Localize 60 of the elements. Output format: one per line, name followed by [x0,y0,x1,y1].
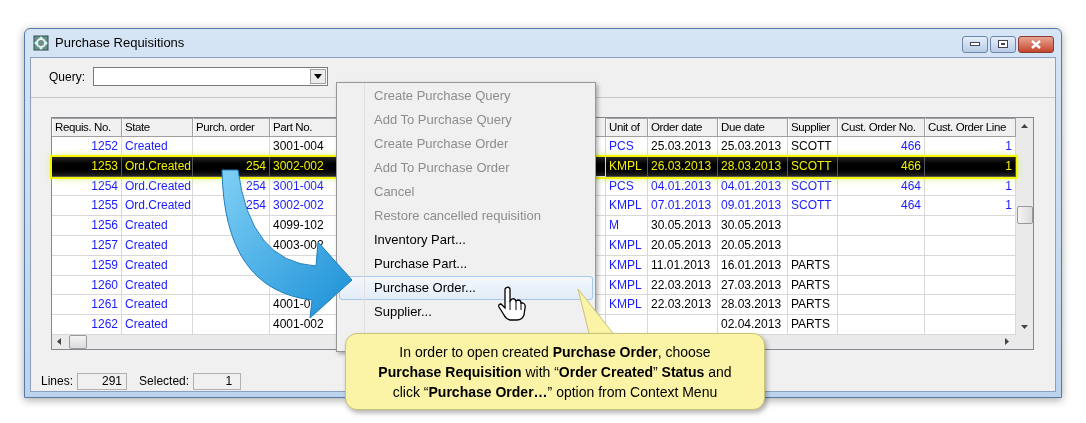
requisition-number-cell: 1255 [52,196,122,217]
selected-count-field: 1 [193,372,242,390]
requisition-number-cell: 1260 [52,275,122,296]
supplier-cell: SCOTT [788,156,838,177]
unit-cell: M [606,216,648,236]
order-date-cell: 07.01.2013 [648,196,718,217]
requisition-number-cell: 1259 [52,255,122,276]
due-date-cell: 28.03.2013 [718,295,788,316]
order-date-cell: 20.05.2013 [648,236,718,256]
state-cell: Created [122,315,193,335]
unit-cell: KMPL [606,196,648,217]
customer-order-cell: 466 [838,156,925,177]
order-date-cell: 26.03.2013 [648,156,718,177]
state-cell: Created [122,236,193,256]
state-cell: Ord.Created [122,196,193,217]
requisition-number-cell: 1262 [52,315,122,335]
order-date-cell: 30.05.2013 [648,216,718,236]
due-date-cell: 30.05.2013 [718,216,788,236]
requisition-number-cell: 1256 [52,216,122,236]
customer-order-cell: 464 [838,176,925,197]
customer-order-cell: 464 [838,196,925,217]
supplier-cell: PARTS [788,315,838,335]
unit-cell: KMPL [606,255,648,276]
state-cell: Ord.Created [122,176,193,197]
instruction-text: In order to open created Purchase Order, choose Purchase Requisition with “Order Created” Status and click “Purchase Order…” option from Context Menu [378,342,732,402]
state-cell: Created [122,295,193,316]
window-title: Purchase Requisitions [55,34,185,53]
order-date-cell: 22.03.2013 [648,275,718,296]
supplier-cell: PARTS [788,255,838,276]
requisition-number-cell: 1257 [52,236,122,256]
due-date-cell: 16.01.2013 [718,255,788,276]
customer-order-line-cell: 1 [925,156,1016,177]
unit-cell: PCS [606,176,648,197]
requisition-number-cell: 1261 [52,295,122,316]
due-date-cell: 27.03.2013 [718,275,788,296]
unit-cell: KMPL [606,295,648,316]
supplier-cell: SCOTT [788,196,838,217]
unit-cell: KMPL [606,236,648,256]
lines-count-field: 291 [77,372,128,390]
requisition-number-cell: 1253 [52,156,122,177]
state-cell: Created [122,216,193,236]
unit-cell: KMPL [606,275,648,296]
order-date-cell: 11.01.2013 [648,255,718,276]
state-cell: Created [122,255,193,276]
order-date-cell: 04.01.2013 [648,176,718,197]
order-date-cell: 22.03.2013 [648,295,718,316]
due-date-cell: 04.01.2013 [718,176,788,197]
due-date-cell: 20.05.2013 [718,236,788,256]
lines-label: Lines: [41,373,74,390]
query-label: Query: [49,68,86,86]
supplier-cell: SCOTT [788,176,838,197]
state-cell: Created [122,275,193,296]
due-date-cell: 09.01.2013 [718,196,788,217]
selected-label: Selected: [139,373,190,390]
unit-cell: KMPL [606,156,648,177]
requisition-number-cell: 1254 [52,176,122,197]
state-cell: Ord.Created [122,156,193,177]
due-date-cell: 28.03.2013 [718,156,788,177]
supplier-cell: PARTS [788,295,838,316]
supplier-cell: PARTS [788,275,838,296]
